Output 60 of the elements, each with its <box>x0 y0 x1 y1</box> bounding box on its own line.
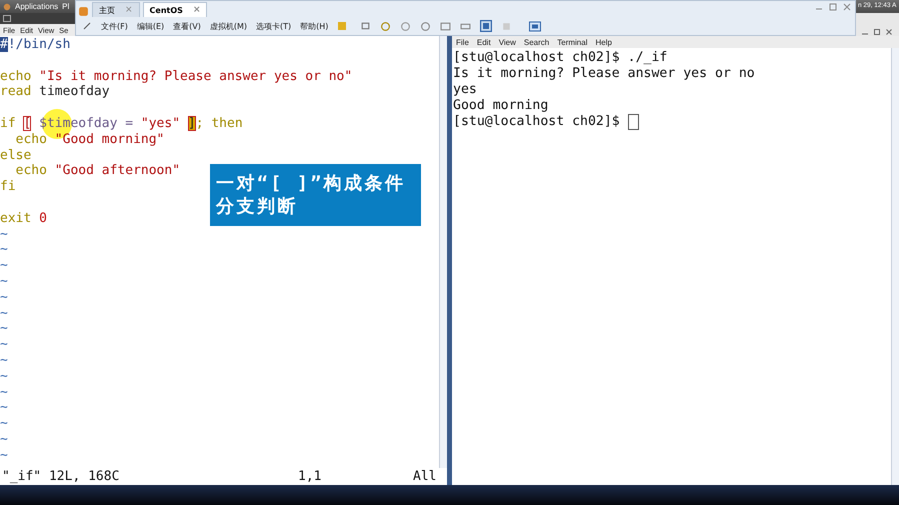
fullscreen-icon[interactable] <box>480 20 492 32</box>
menu-item[interactable]: View <box>498 38 516 46</box>
code-line: fi <box>0 179 16 195</box>
empty-line-marker: ~ <box>0 368 8 385</box>
panel-menu-item[interactable]: Pl <box>62 2 70 11</box>
vm-tab[interactable]: 主页 × <box>92 2 140 17</box>
menu-item[interactable]: Search <box>524 38 550 46</box>
empty-line-marker: ~ <box>0 274 8 290</box>
empty-line-marker: ~ <box>0 384 8 400</box>
menu-item[interactable]: Terminal <box>557 38 588 46</box>
menu-item[interactable]: File <box>456 38 469 46</box>
scrollbar[interactable] <box>439 36 447 468</box>
close-icon[interactable] <box>885 28 893 36</box>
terminal-line: yes <box>453 82 477 98</box>
scrollbar[interactable] <box>891 48 899 485</box>
empty-line-marker: ~ <box>0 400 8 416</box>
code-line: echo "Good morning" <box>14 132 164 148</box>
code-line: else <box>0 148 32 164</box>
code-line: #!/bin/sh <box>0 37 70 53</box>
code-line: echo "Is it morning? Please answer yes or no" <box>0 68 352 84</box>
empty-line-marker: ~ <box>0 226 8 242</box>
close-icon[interactable] <box>843 3 851 11</box>
code-line: read timeofday <box>0 84 110 100</box>
terminal-line: [stu@localhost ch02]$ ./_if <box>453 50 668 66</box>
app-icon[interactable] <box>78 6 89 17</box>
empty-line-marker: ~ <box>0 242 8 258</box>
empty-line-marker: ~ <box>0 352 8 369</box>
apps-icon <box>3 2 11 10</box>
code-line: echo "Good afternoon" <box>15 163 180 180</box>
vm-menu-item[interactable]: 查看(V) <box>173 20 201 32</box>
empty-line-marker: ~ <box>0 416 8 432</box>
empty-line-marker: ~ <box>0 321 8 338</box>
empty-line-marker: ~ <box>0 337 8 353</box>
file-info: "_if" 12L, 168C <box>2 469 120 484</box>
vm-menu-item[interactable]: 虚拟机(M) <box>210 20 248 32</box>
terminal-line: [stu@localhost ch02]$ <box>453 114 621 130</box>
text-cursor <box>628 114 639 130</box>
scroll-position: All <box>413 469 438 484</box>
maximize-icon[interactable] <box>873 28 881 36</box>
empty-line-marker: ~ <box>0 290 8 306</box>
menu-item[interactable]: Edit <box>476 38 491 46</box>
code-line: exit 0 <box>0 210 47 227</box>
terminal-line: Good morning <box>453 98 548 114</box>
cursor-position: 1,1 <box>298 469 322 484</box>
empty-line-marker: ~ <box>0 432 8 448</box>
vm-menu-item[interactable]: 帮助(H) <box>300 20 328 32</box>
vm-menu-item[interactable]: 文件(F) <box>101 20 128 32</box>
restore-icon[interactable] <box>829 3 837 11</box>
panel-menu-item[interactable]: Applications <box>15 2 58 11</box>
empty-line-marker: ~ <box>0 448 8 464</box>
menu-item[interactable]: Help <box>595 38 612 46</box>
vm-tab[interactable]: CentOS × <box>142 2 208 17</box>
empty-line-marker: ~ <box>0 258 8 274</box>
vm-menu-item[interactable]: 编辑(E) <box>136 20 164 32</box>
vm-menu-item[interactable]: 选项卡(T) <box>256 20 292 32</box>
terminal-line: Is it morning? Please answer yes or no <box>453 66 755 82</box>
console-icon[interactable] <box>529 20 542 32</box>
caption-banner: 一对“[ ]”构成条件分支判断 <box>210 164 421 226</box>
window-icon <box>3 15 11 22</box>
empty-line-marker: ~ <box>0 306 8 322</box>
